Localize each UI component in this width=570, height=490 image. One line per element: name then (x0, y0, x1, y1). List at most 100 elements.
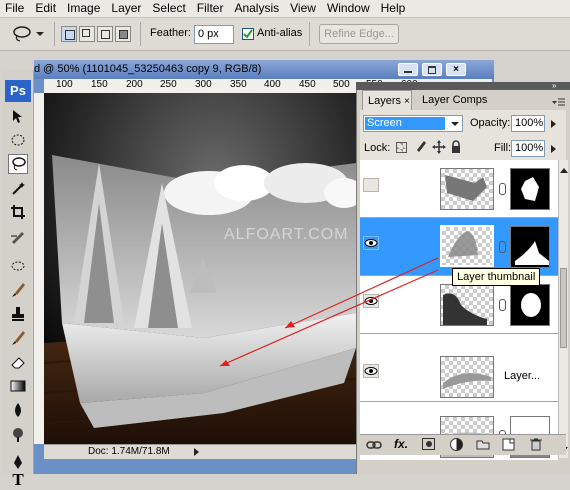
menu-file[interactable]: File (0, 0, 30, 17)
image-canvas[interactable]: ALFOART.COM (44, 93, 356, 444)
layer-mask-thumbnail[interactable] (510, 226, 550, 268)
lock-pixels-icon[interactable] (414, 140, 426, 157)
panel-header-bar (356, 82, 570, 90)
blend-mode-value: Screen (365, 117, 445, 130)
scroll-thumb[interactable] (560, 268, 567, 348)
close-button[interactable]: × (446, 63, 466, 76)
menu-layer[interactable]: Layer (106, 0, 147, 17)
panel-collapse-icon[interactable]: » (552, 82, 568, 90)
brush-tool-icon[interactable] (8, 280, 28, 300)
history-brush-icon[interactable] (8, 328, 28, 348)
opacity-label: Opacity: (470, 117, 511, 129)
options-bar: Feather: 0 px Anti-alias Refine Edge... (0, 18, 570, 51)
ruler-tick: 350 (230, 79, 247, 90)
ruler-tick: 400 (264, 79, 281, 90)
watermark-text: ALFOART.COM (224, 226, 349, 243)
antialias-checkbox[interactable] (242, 28, 254, 40)
add-selection-button[interactable] (79, 26, 95, 42)
blur-tool-icon[interactable] (8, 400, 28, 420)
ruler-tick: 200 (126, 79, 143, 90)
menu-filter[interactable]: Filter (192, 0, 230, 17)
move-tool-icon[interactable] (8, 106, 28, 126)
fill-arrow-icon[interactable] (548, 143, 558, 157)
document-titlebar[interactable]: d @ 50% (1101045_53250463 copy 9, RGB/8)… (34, 60, 494, 79)
panel-menu-icon[interactable] (550, 96, 566, 106)
layer-thumbnail[interactable] (440, 284, 494, 326)
menu-analysis[interactable]: Analysis (229, 0, 285, 17)
menu-view[interactable]: View (285, 0, 322, 17)
menu-edit[interactable]: Edit (30, 0, 62, 17)
maximize-button[interactable] (422, 63, 442, 76)
lasso-tool-preset-icon[interactable] (10, 24, 46, 44)
doc-size-status: Doc: 1.74M/71.8M (88, 446, 170, 457)
link-layers-icon[interactable] (366, 439, 382, 453)
ruler-tick: 100 (56, 79, 73, 90)
adjustment-layer-icon[interactable] (450, 438, 463, 451)
status-arrow-icon[interactable] (191, 447, 201, 457)
layers-footer: fx. (360, 434, 566, 455)
add-mask-icon[interactable] (422, 438, 435, 450)
healing-brush-icon[interactable] (8, 256, 28, 276)
mask-link-icon[interactable] (499, 241, 506, 253)
fill-label: Fill: (494, 142, 512, 154)
layer-row[interactable] (360, 160, 558, 218)
new-selection-button[interactable] (61, 26, 77, 42)
separator (54, 22, 55, 46)
new-group-icon[interactable] (476, 439, 490, 453)
intersect-selection-button[interactable] (115, 26, 131, 42)
layer-mask-thumbnail[interactable] (510, 168, 550, 210)
feather-input[interactable]: 0 px (194, 25, 234, 44)
crop-tool-icon[interactable] (8, 202, 28, 222)
eraser-tool-icon[interactable] (8, 352, 28, 372)
layer-mask-thumbnail[interactable] (510, 284, 550, 326)
layer-style-button[interactable]: fx. (394, 437, 408, 451)
menu-select[interactable]: Select (147, 0, 191, 17)
marquee-tool-icon[interactable] (8, 130, 28, 150)
eye-icon[interactable] (363, 364, 379, 378)
antialias-label: Anti-alias (257, 27, 303, 39)
tab-layers[interactable]: Layers × (362, 90, 412, 110)
new-layer-icon[interactable] (502, 438, 515, 454)
menu-window[interactable]: Window (322, 0, 376, 17)
layer-thumbnail[interactable] (440, 225, 494, 267)
layer-row[interactable]: Layer... (360, 334, 558, 402)
delete-layer-icon[interactable] (530, 438, 542, 454)
eye-icon[interactable] (363, 294, 379, 308)
tooltip-text: Layer thumbnail (457, 271, 536, 283)
close-tab-icon[interactable]: × (404, 96, 410, 107)
slice-tool-icon[interactable] (8, 226, 28, 246)
lasso-tool-icon[interactable] (8, 154, 28, 174)
fill-input[interactable]: 100% (511, 140, 545, 157)
mask-link-icon[interactable] (499, 299, 506, 311)
menu-help[interactable]: Help (376, 0, 412, 17)
magic-wand-icon[interactable] (8, 178, 28, 198)
lock-label: Lock: (364, 142, 391, 154)
tab-layer-comps[interactable]: Layer Comps (416, 90, 490, 110)
ruler-tick: 500 (333, 79, 350, 90)
lock-all-icon[interactable] (450, 140, 462, 157)
opacity-arrow-icon[interactable] (548, 118, 558, 132)
opacity-input[interactable]: 100% (511, 115, 545, 132)
visibility-toggle-empty[interactable] (363, 178, 379, 192)
separator (309, 22, 310, 46)
pen-tool-icon[interactable] (8, 452, 28, 472)
clone-stamp-icon[interactable] (8, 304, 28, 324)
scroll-up-arrow[interactable] (560, 162, 568, 176)
blend-mode-select[interactable]: Screen (363, 115, 463, 132)
mask-link-icon[interactable] (499, 183, 506, 195)
refine-edge-button[interactable]: Refine Edge... (319, 24, 399, 44)
layers-scrollbar[interactable] (558, 160, 568, 458)
type-tool-icon[interactable]: T (8, 470, 28, 490)
toolbox: Ps T (3, 70, 34, 489)
minimize-button[interactable] (398, 63, 418, 76)
eye-icon[interactable] (363, 236, 379, 250)
dodge-tool-icon[interactable] (8, 424, 28, 444)
lock-transparent-icon[interactable] (396, 142, 407, 153)
gradient-tool-icon[interactable] (8, 376, 28, 396)
ruler-tick: 150 (91, 79, 108, 90)
subtract-selection-button[interactable] (97, 26, 113, 42)
menu-image[interactable]: Image (62, 0, 106, 17)
layer-thumbnail[interactable] (440, 356, 494, 398)
lock-position-icon[interactable] (432, 140, 446, 157)
layer-thumbnail[interactable] (440, 168, 494, 210)
